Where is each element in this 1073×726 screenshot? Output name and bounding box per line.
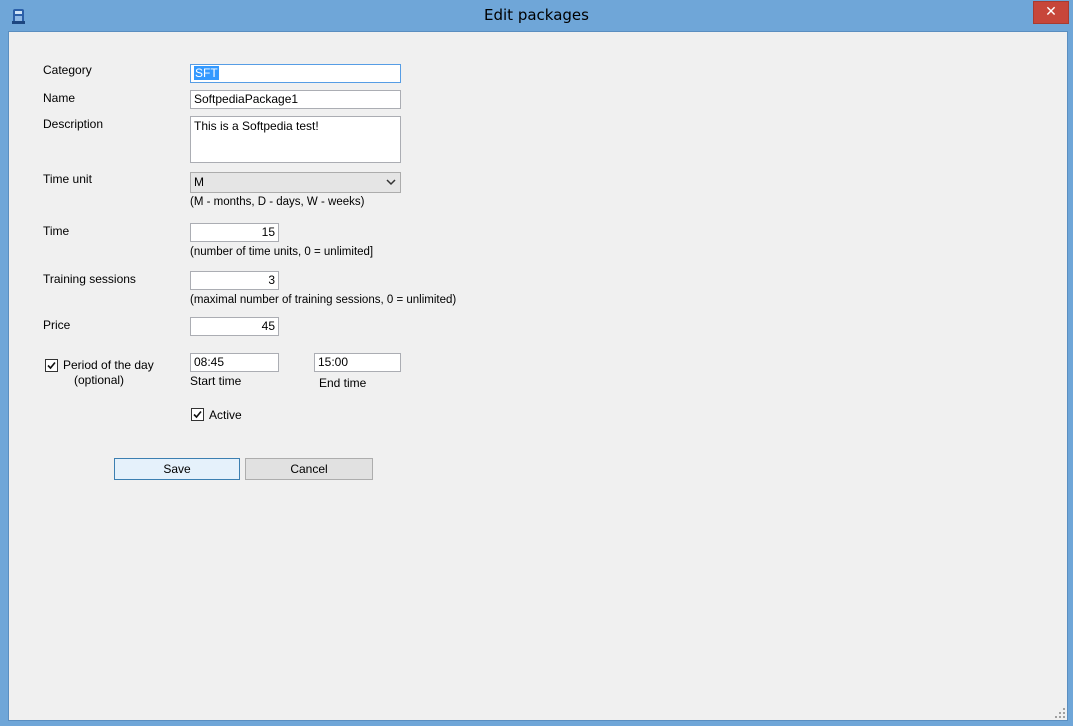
name-label: Name	[43, 91, 76, 105]
resize-grip-icon[interactable]	[1054, 707, 1066, 719]
period-optional-label: (optional)	[74, 373, 125, 387]
description-label: Description	[43, 117, 104, 131]
close-icon[interactable]: ✕	[1033, 1, 1069, 24]
end-time-input[interactable]: 15:00	[314, 353, 401, 372]
save-button[interactable]: Save	[114, 458, 240, 480]
start-time-input[interactable]: 08:45	[190, 353, 279, 372]
time-unit-value: M	[194, 175, 204, 189]
checkmark-icon	[47, 361, 56, 370]
time-unit-label: Time unit	[43, 172, 92, 186]
name-input[interactable]: SoftpediaPackage1	[190, 90, 401, 109]
active-checkbox[interactable]	[191, 408, 204, 421]
window-title: Edit packages	[484, 6, 589, 24]
form-panel: Category SFT Name SoftpediaPackage1 Desc…	[8, 31, 1068, 721]
title-bar[interactable]: Edit packages ✕	[0, 0, 1073, 32]
training-sessions-label: Training sessions	[43, 272, 136, 286]
edit-packages-window: Edit packages ✕ Category SFT Name Softpe…	[0, 0, 1073, 726]
time-unit-hint: (M - months, D - days, W - weeks)	[190, 196, 365, 208]
category-input[interactable]: SFT	[190, 64, 401, 83]
period-checkbox[interactable]	[45, 359, 58, 372]
end-time-label: End time	[319, 376, 367, 390]
time-label: Time	[43, 224, 70, 238]
period-label: Period of the day	[63, 358, 154, 372]
active-label: Active	[209, 408, 242, 422]
start-time-label: Start time	[190, 374, 242, 388]
price-label: Price	[43, 318, 71, 332]
description-textarea[interactable]: This is a Softpedia test!	[190, 116, 401, 163]
price-input[interactable]: 45	[190, 317, 279, 336]
time-input[interactable]: 15	[190, 223, 279, 242]
category-value: SFT	[194, 66, 219, 80]
time-unit-select[interactable]: M	[190, 172, 401, 193]
training-sessions-hint: (maximal number of training sessions, 0 …	[190, 294, 457, 306]
training-sessions-input[interactable]: 3	[190, 271, 279, 290]
category-label: Category	[43, 63, 92, 77]
chevron-down-icon	[386, 179, 396, 186]
time-hint: (number of time units, 0 = unlimited]	[190, 246, 374, 258]
checkmark-icon	[193, 410, 202, 419]
cancel-button[interactable]: Cancel	[245, 458, 373, 480]
